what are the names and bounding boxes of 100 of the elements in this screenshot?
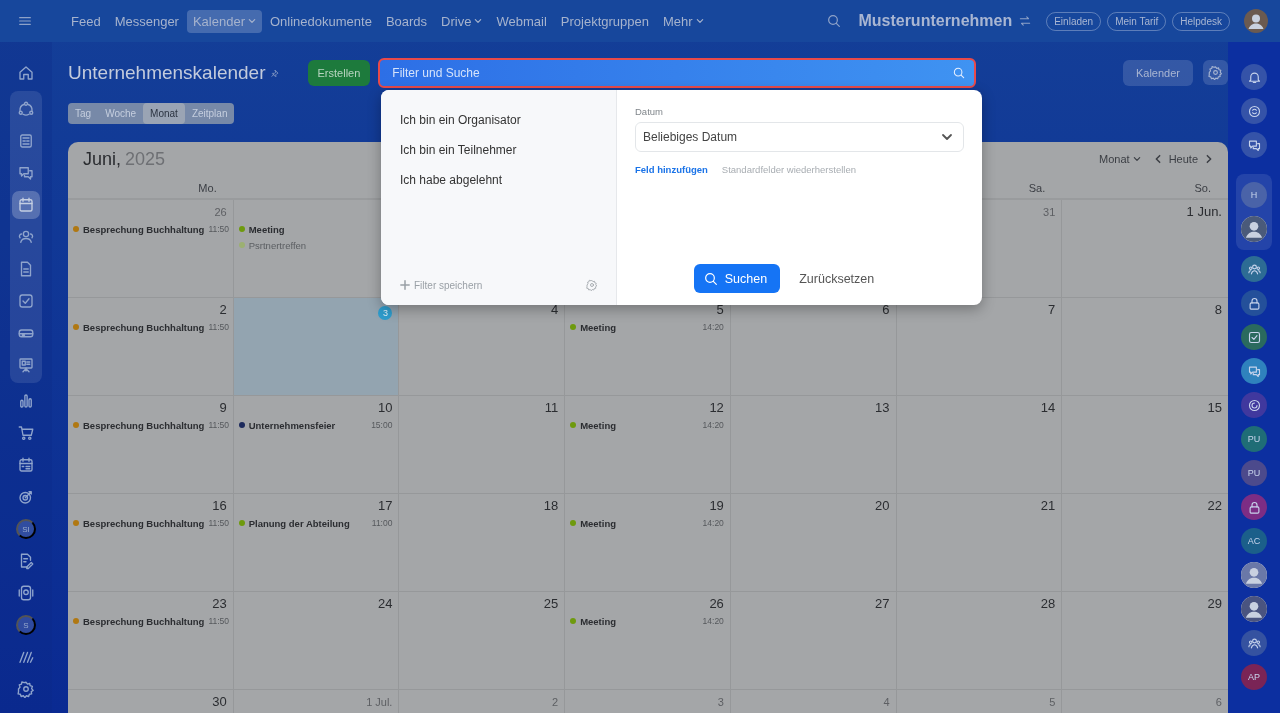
initials-avatar[interactable]: H bbox=[1241, 182, 1267, 208]
filter-preset[interactable]: Ich bin ein Organisator bbox=[400, 105, 521, 135]
search-icon bbox=[702, 270, 719, 287]
initials-avatar[interactable]: AC bbox=[1241, 528, 1267, 554]
event-title[interactable]: Meeting bbox=[580, 419, 617, 431]
date-number: 1 Jun. bbox=[1186, 203, 1222, 221]
initials-avatar[interactable]: PU bbox=[1241, 460, 1267, 486]
date-number: 17 bbox=[377, 497, 393, 515]
bell-icon[interactable] bbox=[1241, 64, 1267, 90]
event-title[interactable]: Unternehmensfeier bbox=[248, 419, 336, 431]
date-number: 22 bbox=[1207, 497, 1222, 515]
event-title[interactable]: Besprechung Buchhaltung bbox=[83, 615, 205, 627]
date-number: 21 bbox=[1040, 497, 1056, 515]
field-label: Datum bbox=[635, 106, 664, 117]
search-button[interactable]: Suchen bbox=[693, 264, 781, 293]
sync-icon[interactable] bbox=[1241, 98, 1267, 124]
weekday-label: Mo. bbox=[198, 182, 217, 196]
event-title[interactable]: Meeting bbox=[580, 517, 617, 529]
view-tab[interactable]: Tag bbox=[68, 103, 99, 124]
user-avatar[interactable] bbox=[1241, 596, 1267, 622]
calendar-button[interactable]: Kalender bbox=[1122, 59, 1193, 86]
avatar[interactable] bbox=[1244, 9, 1268, 33]
event-title[interactable]: Besprechung Buchhaltung bbox=[83, 419, 205, 431]
initials-avatar[interactable]: SI bbox=[16, 519, 36, 539]
event-time: 14:20 bbox=[702, 322, 724, 332]
event-title[interactable]: Psrtnertreffen bbox=[248, 239, 307, 251]
nav-link[interactable]: Kalender bbox=[186, 9, 262, 33]
reset-button[interactable]: Zurücksetzen bbox=[790, 271, 884, 286]
view-dropdown[interactable]: Monat bbox=[1099, 153, 1147, 165]
company-name[interactable]: Musterunternehmen bbox=[858, 12, 1013, 30]
nav-link[interactable]: Drive bbox=[435, 9, 489, 33]
search-icon[interactable] bbox=[952, 65, 967, 80]
event-time: 11:50 bbox=[208, 518, 230, 528]
date-number: 20 bbox=[875, 497, 890, 515]
date-number: 24 bbox=[377, 595, 393, 613]
initials-avatar[interactable]: AP bbox=[1241, 664, 1267, 690]
page-title: Unternehmenskalender bbox=[68, 61, 266, 84]
chat-icon[interactable] bbox=[1241, 132, 1267, 158]
date-number: 2 bbox=[219, 301, 227, 319]
nav-link[interactable]: Boards bbox=[379, 9, 434, 33]
event-title[interactable]: Besprechung Buchhaltung bbox=[83, 223, 205, 235]
event-time: 14:20 bbox=[702, 518, 724, 528]
event-title[interactable]: Meeting bbox=[248, 223, 285, 235]
date-number: 14 bbox=[1040, 399, 1056, 417]
restore-fields-link[interactable]: Standardfelder wiederherstellen bbox=[721, 164, 856, 175]
swap-icon[interactable] bbox=[1018, 14, 1033, 28]
caret-icon bbox=[474, 17, 483, 25]
date-number: 12 bbox=[709, 399, 724, 417]
nav-link[interactable]: Webmail bbox=[490, 9, 553, 33]
date-dropdown[interactable]: Beliebiges Datum bbox=[635, 122, 964, 152]
event-title[interactable]: Planung der Abteilung bbox=[248, 517, 350, 529]
view-tab[interactable]: Monat bbox=[143, 103, 185, 124]
event-title[interactable]: Besprechung Buchhaltung bbox=[83, 321, 205, 333]
next-icon[interactable] bbox=[1204, 154, 1214, 164]
event-title[interactable]: Meeting bbox=[580, 615, 617, 627]
gear-icon bbox=[1208, 65, 1223, 80]
search-icon[interactable] bbox=[826, 13, 843, 29]
group-icon[interactable] bbox=[1241, 630, 1267, 656]
nav-link[interactable]: Onlinedokumente bbox=[264, 9, 378, 33]
spiral-icon[interactable] bbox=[1241, 392, 1267, 418]
date-number: 31 bbox=[1043, 205, 1056, 220]
today-badge: 3 bbox=[378, 306, 393, 320]
event-time: 11:50 bbox=[208, 616, 230, 626]
chat-icon[interactable] bbox=[1241, 358, 1267, 384]
date-number: 5 bbox=[716, 301, 724, 319]
date-number: 9 bbox=[219, 399, 227, 417]
calendar-icon[interactable] bbox=[12, 191, 40, 219]
today-button[interactable]: Heute bbox=[1168, 153, 1198, 165]
nav-link[interactable]: Feed bbox=[65, 9, 107, 33]
nav-link[interactable]: Messenger bbox=[108, 9, 185, 33]
date-number: 4 bbox=[883, 695, 890, 710]
event-time: 14:20 bbox=[702, 420, 724, 430]
user-avatar[interactable] bbox=[1241, 216, 1267, 242]
date-number: 4 bbox=[550, 301, 559, 319]
caret-icon bbox=[1132, 155, 1141, 163]
create-button[interactable]: Erstellen bbox=[307, 59, 371, 86]
initials-avatar[interactable]: PU bbox=[1241, 426, 1267, 452]
user-avatar[interactable] bbox=[1241, 562, 1267, 588]
search-input[interactable]: Filter und Suche bbox=[392, 62, 953, 83]
group-icon[interactable] bbox=[1241, 256, 1267, 282]
checkbox-icon[interactable] bbox=[1241, 324, 1267, 350]
date-number: 6 bbox=[1215, 695, 1222, 710]
date-number: 3 bbox=[717, 695, 724, 710]
filter-preset[interactable]: Ich bin ein Teilnehmer bbox=[400, 135, 517, 165]
initials-avatar[interactable]: S bbox=[16, 615, 36, 635]
date-number: 23 bbox=[212, 595, 227, 613]
save-filter-button[interactable]: Filter speichern bbox=[400, 279, 483, 291]
date-number: 16 bbox=[212, 497, 227, 515]
nav-link[interactable]: Projektgruppen bbox=[554, 9, 655, 33]
event-title[interactable]: Meeting bbox=[580, 321, 617, 333]
event-title[interactable]: Besprechung Buchhaltung bbox=[83, 517, 205, 529]
lock-icon[interactable] bbox=[1241, 290, 1267, 316]
view-tab[interactable]: Zeitplan bbox=[184, 103, 235, 124]
filter-preset[interactable]: Ich habe abgelehnt bbox=[400, 165, 503, 195]
search-bar[interactable]: Filter und Suche bbox=[378, 57, 977, 88]
lock-icon[interactable] bbox=[1241, 494, 1267, 520]
view-tab[interactable]: Woche bbox=[98, 103, 144, 124]
nav-link[interactable]: Mehr bbox=[656, 9, 710, 33]
settings-button[interactable] bbox=[1203, 60, 1228, 85]
add-field-link[interactable]: Feld hinzufügen bbox=[635, 164, 708, 175]
